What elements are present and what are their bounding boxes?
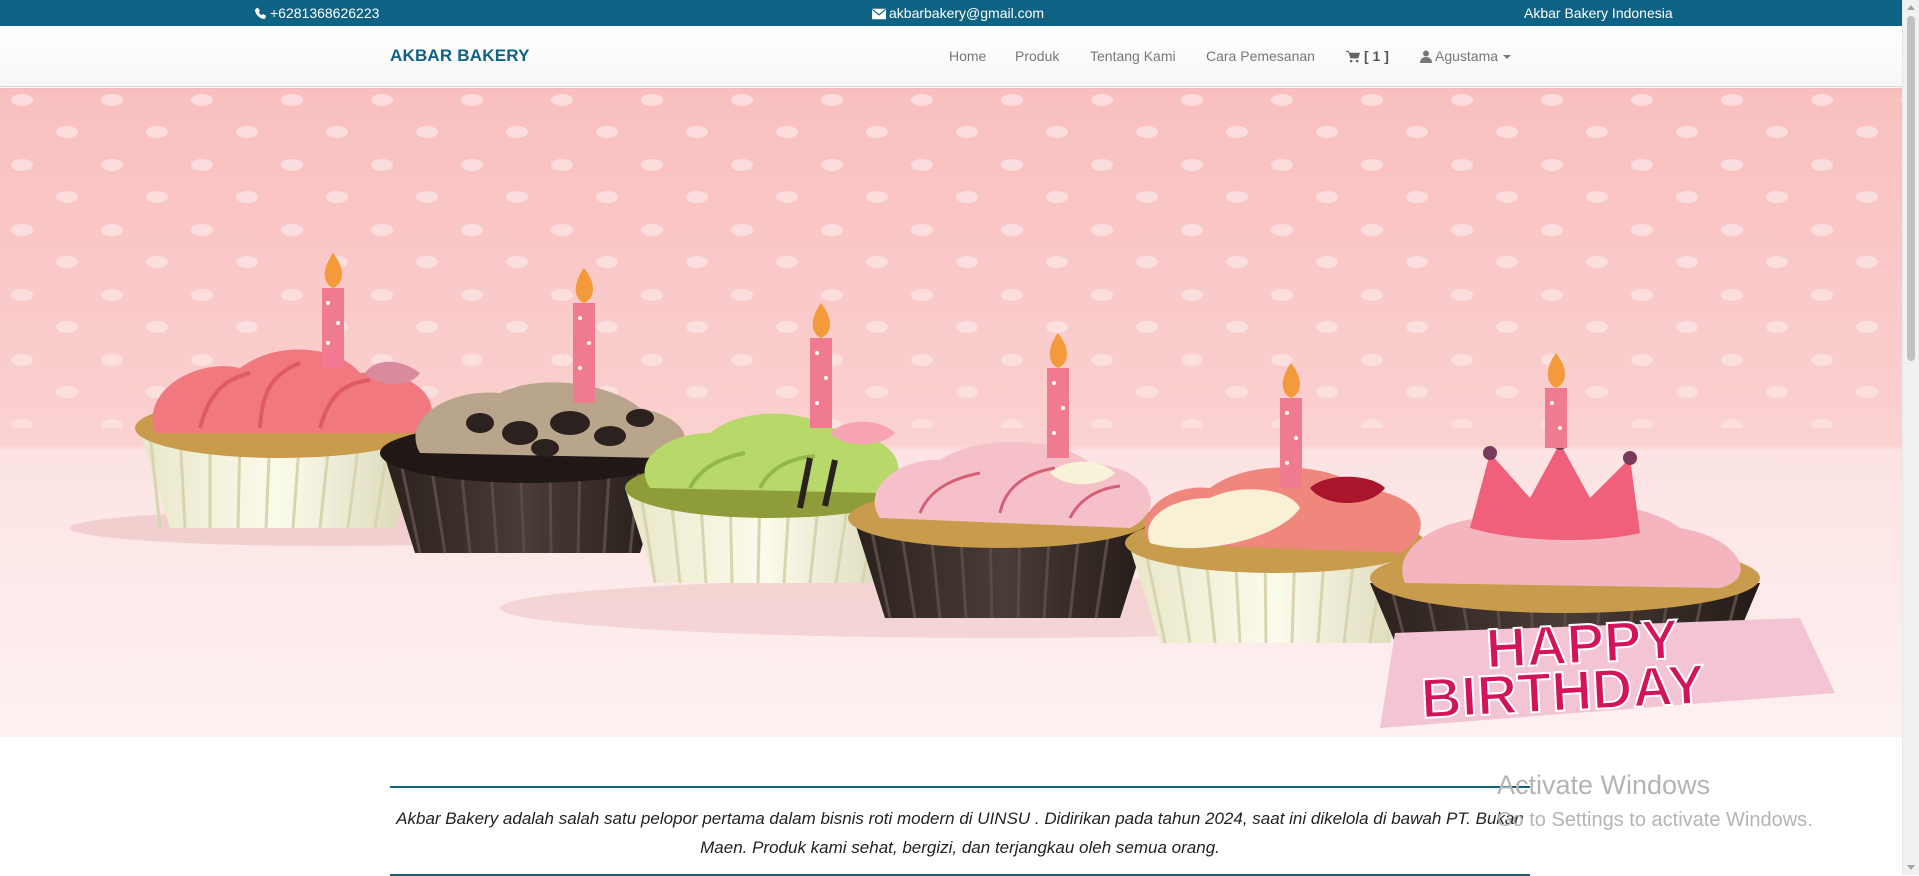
nav-cara-pemesanan[interactable]: Cara Pemesanan xyxy=(1206,48,1315,64)
phone-contact: +6281368626223 xyxy=(254,5,379,21)
user-name: Agustama xyxy=(1435,48,1499,64)
about-section: Akbar Bakery adalah salah satu pelopor p… xyxy=(390,786,1530,876)
user-icon xyxy=(1420,50,1432,63)
scrollbar-thumb[interactable] xyxy=(1907,16,1915,361)
page-scrollbar[interactable] xyxy=(1902,0,1919,875)
nav-home[interactable]: Home xyxy=(949,48,986,64)
company-name: Akbar Bakery Indonesia xyxy=(1524,5,1673,21)
watermark-subtitle: Go to Settings to activate Windows. xyxy=(1497,809,1813,831)
scroll-up-arrow-icon[interactable] xyxy=(1907,5,1915,10)
activate-windows-watermark: Activate Windows Go to Settings to activ… xyxy=(1497,768,1813,834)
main-navbar: AKBAR BAKERY Home Produk Tentang Kami Ca… xyxy=(0,26,1902,87)
hero-banner: HAPPY BIRTHDAY xyxy=(0,88,1919,737)
chevron-down-icon xyxy=(1503,55,1512,59)
scroll-down-arrow-icon[interactable] xyxy=(1907,865,1915,870)
phone-icon xyxy=(255,7,267,19)
cart-icon xyxy=(1346,50,1360,63)
nav-tentang-kami[interactable]: Tentang Kami xyxy=(1090,48,1176,64)
watermark-title: Activate Windows xyxy=(1497,770,1711,800)
site-logo[interactable]: AKBAR BAKERY xyxy=(390,46,530,66)
envelope-icon xyxy=(872,8,886,20)
nav-user-dropdown[interactable]: Agustama xyxy=(1420,48,1512,64)
cart-count: [ 1 ] xyxy=(1364,48,1389,64)
email-text: akbarbakery@gmail.com xyxy=(889,5,1045,21)
cupcakes-image: HAPPY BIRTHDAY xyxy=(0,88,1919,737)
nav-produk[interactable]: Produk xyxy=(1015,48,1059,64)
phone-text: +6281368626223 xyxy=(270,5,380,21)
top-contact-bar: +6281368626223 akbarbakery@gmail.com Akb… xyxy=(0,0,1902,26)
about-text: Akbar Bakery adalah salah satu pelopor p… xyxy=(396,809,1524,857)
email-contact: akbarbakery@gmail.com xyxy=(872,5,1044,21)
nav-cart[interactable]: [ 1 ] xyxy=(1346,48,1389,64)
